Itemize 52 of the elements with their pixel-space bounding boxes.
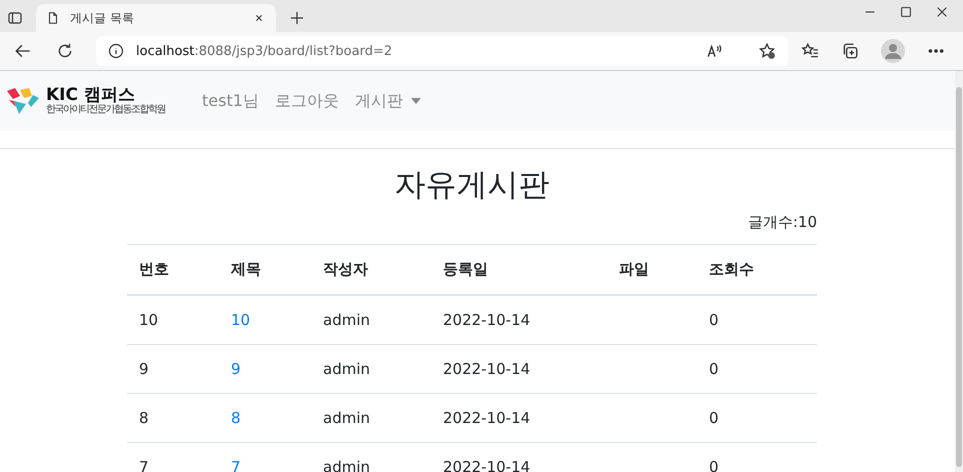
- column-header: 등록일: [431, 244, 607, 295]
- collections-icon[interactable]: [841, 42, 859, 60]
- favorites-icon[interactable]: [801, 42, 819, 60]
- address-bar[interactable]: localhost:8088/jsp3/board/list?board=2: [96, 36, 788, 66]
- column-header: 제목: [219, 244, 311, 295]
- post-title-link[interactable]: 8: [231, 409, 241, 427]
- table-cell: admin: [311, 344, 431, 394]
- table-cell: 0: [697, 344, 817, 394]
- profile-avatar[interactable]: [881, 39, 905, 63]
- table-cell: 2022-10-14: [431, 442, 607, 472]
- table-cell: admin: [311, 394, 431, 442]
- column-header: 조회수: [697, 244, 817, 295]
- table-cell: 2022-10-14: [431, 344, 607, 394]
- logout-link[interactable]: 로그아웃: [274, 90, 339, 112]
- table-cell: 10: [127, 295, 219, 344]
- logo-icon: [6, 87, 40, 115]
- caret-icon: [410, 98, 421, 104]
- add-favorite-icon[interactable]: [758, 42, 776, 60]
- read-aloud-icon[interactable]: [706, 42, 724, 60]
- column-header: 작성자: [311, 244, 431, 295]
- table-cell: 8: [127, 394, 219, 442]
- board-dropdown[interactable]: 게시판: [354, 90, 421, 112]
- table-cell: 9: [127, 344, 219, 394]
- page-icon[interactable]: [46, 11, 60, 25]
- column-header: 번호: [127, 244, 219, 295]
- browser-tab[interactable]: 게시글 목록: [36, 4, 276, 32]
- column-header: 파일: [607, 244, 697, 295]
- table-cell: 0: [697, 295, 817, 344]
- logo-name: KIC 캠퍼스: [46, 86, 135, 104]
- logo-subtitle: 한국아이티전문가협동조합학원: [46, 104, 165, 116]
- tab-title: 게시글 목록: [70, 10, 135, 26]
- maximize-icon[interactable]: [899, 5, 913, 19]
- info-icon[interactable]: [108, 43, 124, 59]
- sidebar-icon[interactable]: [7, 10, 23, 26]
- back-icon[interactable]: [14, 42, 32, 60]
- plus-icon[interactable]: [289, 10, 305, 26]
- close-icon[interactable]: [935, 5, 949, 19]
- board-title: 자유게시판: [394, 167, 550, 203]
- post-title-link[interactable]: 7: [231, 458, 241, 472]
- post-title-link[interactable]: 10: [231, 311, 250, 329]
- table-cell: admin: [311, 442, 431, 472]
- scrollbar[interactable]: [955, 71, 963, 472]
- table-cell: 7: [127, 442, 219, 472]
- table-cell: 0: [697, 394, 817, 442]
- table-cell: admin: [311, 295, 431, 344]
- table-cell: 2022-10-14: [431, 394, 607, 442]
- post-title-link[interactable]: 9: [231, 360, 241, 378]
- reload-icon[interactable]: [56, 42, 74, 60]
- user-name: test1님: [202, 90, 259, 112]
- post-count: 글개수:10: [748, 213, 817, 232]
- table-cell: 0: [697, 442, 817, 472]
- table-cell: 2022-10-14: [431, 295, 607, 344]
